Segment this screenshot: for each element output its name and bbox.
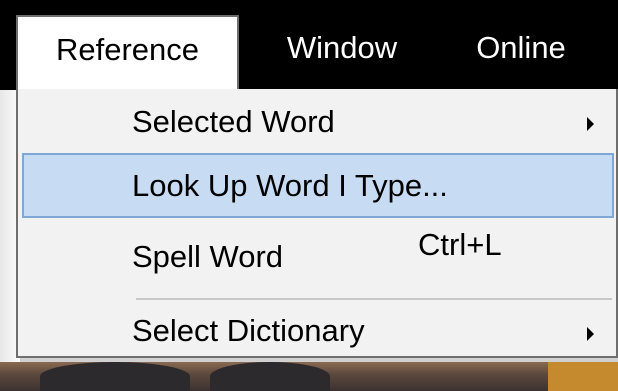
menu-item-label: Look Up Word I Type... xyxy=(132,168,448,203)
menu-window[interactable]: Window xyxy=(262,0,422,90)
menu-item-spell-word[interactable]: Spell Word Ctrl+L xyxy=(22,227,614,287)
menu-separator xyxy=(136,298,612,300)
menu-item-label: Select Dictionary xyxy=(132,313,365,348)
menu-item-look-up-word[interactable]: Look Up Word I Type... xyxy=(22,153,614,218)
submenu-arrow-icon xyxy=(587,327,594,341)
reference-dropdown-menu: Selected Word Look Up Word I Type... Spe… xyxy=(16,89,618,358)
background-accent xyxy=(548,362,618,391)
background-bottom-strip xyxy=(0,362,618,391)
menu-online[interactable]: Online xyxy=(451,0,591,90)
menu-item-label: Selected Word xyxy=(132,104,335,139)
background-shape xyxy=(210,362,330,391)
background-shape xyxy=(40,362,190,391)
menu-item-shortcut: Ctrl+L xyxy=(418,227,502,262)
menu-item-selected-word[interactable]: Selected Word xyxy=(22,96,614,148)
menu-reference[interactable]: Reference xyxy=(16,15,239,91)
menu-item-label: Spell Word xyxy=(132,239,284,274)
submenu-arrow-icon xyxy=(587,117,594,131)
menu-item-select-dictionary[interactable]: Select Dictionary xyxy=(22,309,614,355)
